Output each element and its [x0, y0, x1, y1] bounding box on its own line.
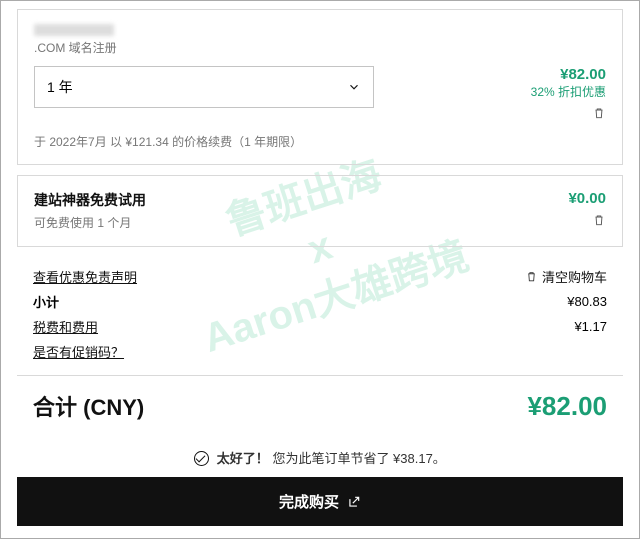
promo-link[interactable]: 是否有促销码？ — [33, 342, 124, 361]
trash-icon[interactable] — [592, 106, 606, 120]
cart-item-domain: .COM 域名注册 1 年 ¥82.00 32% 折扣优惠 于 2022年7月 … — [17, 9, 623, 165]
renewal-note: 于 2022年7月 以 ¥121.34 的价格续费（1 年期限） — [34, 133, 606, 150]
tax-value: ¥1.17 — [574, 319, 607, 334]
cart-item-website-builder: 建站神器免费试用 可免费使用 1 个月 ¥0.00 — [17, 175, 623, 247]
clear-cart-link[interactable]: 清空购物车 — [525, 267, 607, 286]
checkmark-badge-icon — [194, 451, 209, 466]
checkout-button[interactable]: 完成购买 — [17, 477, 623, 526]
tax-link[interactable]: 税费和费用 — [33, 317, 98, 336]
total-value: ¥82.00 — [527, 391, 607, 422]
subtotal-value: ¥80.83 — [567, 294, 607, 309]
discount-label: 32% 折扣优惠 — [531, 83, 606, 100]
cart-page: .COM 域名注册 1 年 ¥82.00 32% 折扣优惠 于 2022年7月 … — [1, 1, 639, 467]
domain-name-redacted — [34, 24, 114, 36]
divider — [17, 375, 623, 376]
total-label: 合计 (CNY) — [33, 390, 144, 422]
clear-cart-label: 清空购物车 — [542, 267, 607, 286]
order-summary: 查看优惠免责声明 清空购物车 小计 ¥80.83 税费和费用 ¥1.17 是否有… — [17, 257, 623, 361]
trash-icon — [525, 270, 538, 283]
product-subtitle: .COM 域名注册 — [34, 39, 606, 56]
term-value: 1 年 — [47, 77, 73, 97]
product-title: 建站神器免费试用 — [34, 190, 556, 210]
subtotal-label: 小计 — [33, 292, 59, 311]
total-row: 合计 (CNY) ¥82.00 — [17, 390, 623, 422]
savings-bold: 太好了！ — [217, 451, 269, 466]
checkout-label: 完成购买 — [279, 491, 339, 512]
item-price: ¥0.00 — [568, 190, 606, 207]
external-link-icon — [347, 495, 361, 509]
trash-icon[interactable] — [592, 213, 606, 227]
savings-text: 您为此笔订单节省了 ¥38.17。 — [272, 451, 445, 466]
chevron-down-icon — [347, 80, 361, 94]
item-price: ¥82.00 — [531, 66, 606, 83]
term-select[interactable]: 1 年 — [34, 66, 374, 108]
product-subtitle: 可免费使用 1 个月 — [34, 214, 556, 231]
savings-message: 太好了！ 您为此笔订单节省了 ¥38.17。 — [17, 448, 623, 467]
disclaimer-link[interactable]: 查看优惠免责声明 — [33, 267, 137, 286]
